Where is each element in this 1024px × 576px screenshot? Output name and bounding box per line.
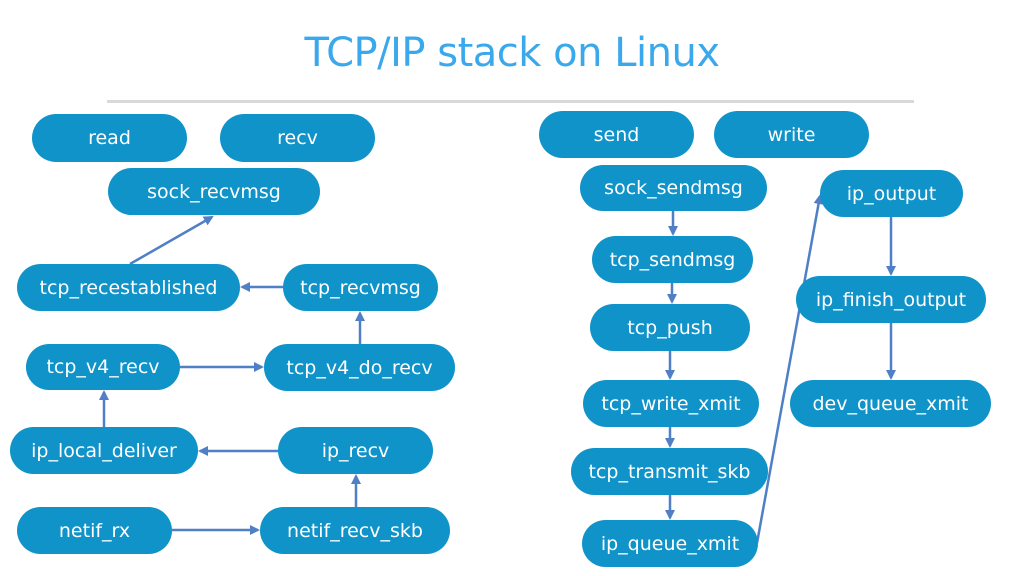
- node-tcp-recestablished: tcp_recestablished: [17, 264, 240, 311]
- node-ip-output: ip_output: [820, 170, 963, 217]
- node-ip-finish-output: ip_finish_output: [796, 276, 986, 323]
- node-netif-rx: netif_rx: [17, 507, 172, 554]
- node-sock-recvmsg: sock_recvmsg: [108, 168, 320, 215]
- edge-ip_queue_xmit-ip_output: [755, 194, 824, 544]
- node-recv: recv: [220, 114, 375, 162]
- node-send: send: [539, 111, 694, 158]
- node-read: read: [32, 114, 187, 162]
- edge-tcp_recestablished-sock_recvmsg: [129, 215, 214, 266]
- node-tcp-recvmsg: tcp_recvmsg: [283, 264, 438, 311]
- node-tcp-v4-recv: tcp_v4_recv: [26, 344, 180, 390]
- node-ip-queue-xmit: ip_queue_xmit: [582, 520, 758, 567]
- node-netif-recv-skb: netif_recv_skb: [260, 507, 450, 554]
- node-tcp-transmit-skb: tcp_transmit_skb: [571, 448, 768, 495]
- node-sock-sendmsg: sock_sendmsg: [580, 165, 767, 211]
- node-tcp-sendmsg: tcp_sendmsg: [592, 236, 753, 283]
- node-tcp-write-xmit: tcp_write_xmit: [583, 380, 759, 427]
- node-ip-local-deliver: ip_local_deliver: [10, 427, 198, 474]
- title-divider: [107, 100, 914, 103]
- node-tcp-v4-do-recv: tcp_v4_do_recv: [264, 344, 455, 391]
- node-write: write: [714, 111, 869, 158]
- node-ip-recv: ip_recv: [278, 427, 433, 474]
- page-title: TCP/IP stack on Linux: [304, 30, 720, 76]
- node-dev-queue-xmit: dev_queue_xmit: [790, 380, 991, 427]
- node-tcp-push: tcp_push: [590, 304, 750, 351]
